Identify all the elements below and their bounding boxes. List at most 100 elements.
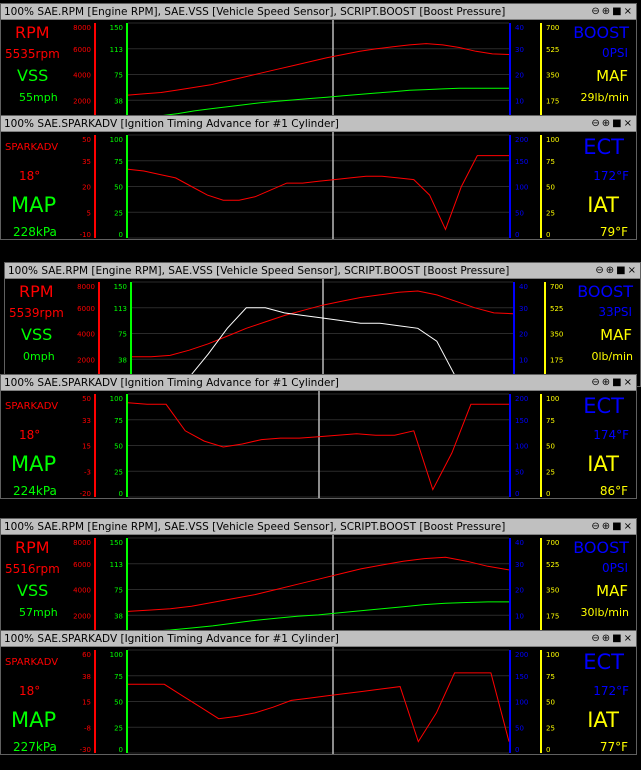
panel-titlebar[interactable]: 100% SAE.SPARKADV [Ignition Timing Advan… bbox=[1, 375, 636, 391]
yellow-scale-tick: 25 bbox=[546, 209, 555, 217]
red-scale-tick: 4000 bbox=[73, 72, 91, 80]
rpm-gauge-panel[interactable]: 100% SAE.RPM [Engine RPM], SAE.VSS [Vehi… bbox=[0, 518, 637, 643]
blue-scale-tick: 20 bbox=[515, 72, 524, 80]
panel-titlebar[interactable]: 100% SAE.SPARKADV [Ignition Timing Advan… bbox=[1, 116, 636, 132]
sparkadv-gauge-panel[interactable]: 100% SAE.SPARKADV [Ignition Timing Advan… bbox=[0, 115, 637, 240]
minimize-icon[interactable]: ⊖ bbox=[595, 263, 604, 278]
sparkadv-gauge-panel[interactable]: 100% SAE.SPARKADV [Ignition Timing Advan… bbox=[0, 630, 637, 755]
window-controls: ⊖⊕■× bbox=[590, 519, 633, 534]
panel-chart: 503315-3-2010075502502001501005001007550… bbox=[80, 391, 559, 498]
green-scale-tick: 150 bbox=[110, 24, 123, 32]
boost-label: BOOST bbox=[573, 23, 629, 42]
blue-scale-tick: 200 bbox=[515, 395, 528, 403]
green-scale-tick: 75 bbox=[114, 72, 123, 80]
maximize-icon[interactable]: ⊕ bbox=[602, 4, 611, 19]
maximize-icon[interactable]: ⊕ bbox=[602, 519, 611, 534]
red-scale-tick: 50 bbox=[82, 395, 91, 403]
blue-scale-tick: 50 bbox=[515, 209, 524, 217]
sparkadv-gauge-panel[interactable]: 100% SAE.SPARKADV [Ignition Timing Advan… bbox=[0, 374, 637, 499]
sparkadv-label: SPARKADV bbox=[5, 657, 59, 668]
red-scale-tick: 2000 bbox=[73, 97, 91, 105]
red-scale-tick: -10 bbox=[80, 231, 91, 239]
ect-value: 172°F bbox=[593, 684, 629, 698]
green-scale-tick: 150 bbox=[110, 539, 123, 547]
restore-icon[interactable]: ■ bbox=[612, 519, 622, 534]
blue-scale-tick: 200 bbox=[515, 136, 528, 144]
restore-icon[interactable]: ■ bbox=[612, 4, 622, 19]
blue-scale-tick: 100 bbox=[515, 443, 528, 451]
red-scale-tick: 20 bbox=[82, 184, 91, 192]
restore-icon[interactable]: ■ bbox=[612, 631, 622, 646]
restore-icon[interactable]: ■ bbox=[612, 375, 622, 390]
blue-scale-tick: 10 bbox=[519, 356, 528, 364]
green-scale-tick: 25 bbox=[114, 468, 123, 476]
minimize-icon[interactable]: ⊖ bbox=[591, 116, 600, 131]
green-scale-tick: 113 bbox=[114, 305, 127, 313]
green-scale-tick: 38 bbox=[118, 356, 127, 364]
green-scale-tick: 38 bbox=[114, 612, 123, 620]
iat-label: IAT bbox=[587, 452, 619, 476]
minimize-icon[interactable]: ⊖ bbox=[591, 4, 600, 19]
map-label: MAP bbox=[11, 193, 57, 217]
green-scale-tick: 0 bbox=[119, 746, 123, 754]
blue-scale-tick: 10 bbox=[515, 97, 524, 105]
red-scale-tick: -20 bbox=[80, 490, 91, 498]
ect-label: ECT bbox=[583, 650, 624, 674]
sparkadv-label: SPARKADV bbox=[5, 142, 59, 153]
panel-titlebar[interactable]: 100% SAE.SPARKADV [Ignition Timing Advan… bbox=[1, 631, 636, 647]
window-controls: ⊖⊕■× bbox=[590, 4, 633, 19]
close-icon[interactable]: × bbox=[624, 631, 633, 646]
window-controls: ⊖⊕■× bbox=[590, 116, 633, 131]
minimize-icon[interactable]: ⊖ bbox=[591, 519, 600, 534]
blue-scale-tick: 150 bbox=[515, 158, 528, 166]
maximize-icon[interactable]: ⊕ bbox=[602, 375, 611, 390]
panel-chart: 8000600040002000015011375380403020100700… bbox=[77, 279, 563, 386]
panel-titlebar[interactable]: 100% SAE.RPM [Engine RPM], SAE.VSS [Vehi… bbox=[1, 519, 636, 535]
maf-value: 29lb/min bbox=[580, 91, 630, 104]
blue-scale-tick: 0 bbox=[515, 490, 519, 498]
red-scale-tick: 6000 bbox=[73, 46, 91, 54]
maximize-icon[interactable]: ⊕ bbox=[602, 116, 611, 131]
green-scale-tick: 150 bbox=[114, 283, 127, 291]
maximize-icon[interactable]: ⊕ bbox=[606, 263, 615, 278]
blue-scale-tick: 30 bbox=[515, 46, 524, 54]
yellow-scale-tick: 700 bbox=[550, 283, 563, 291]
window-controls: ⊖⊕■× bbox=[590, 631, 633, 646]
minimize-icon[interactable]: ⊖ bbox=[591, 375, 600, 390]
close-icon[interactable]: × bbox=[624, 4, 633, 19]
rpm-label: RPM bbox=[15, 23, 50, 42]
rpm-gauge-panel[interactable]: 100% SAE.RPM [Engine RPM], SAE.VSS [Vehi… bbox=[0, 3, 637, 128]
minimize-icon[interactable]: ⊖ bbox=[591, 631, 600, 646]
panel-titlebar[interactable]: 100% SAE.RPM [Engine RPM], SAE.VSS [Vehi… bbox=[5, 263, 640, 279]
blue-scale-tick: 150 bbox=[515, 417, 528, 425]
close-icon[interactable]: × bbox=[624, 116, 633, 131]
iat-value: 86°F bbox=[599, 484, 628, 498]
boost-label: BOOST bbox=[573, 538, 629, 557]
close-icon[interactable]: × bbox=[624, 519, 633, 534]
restore-icon[interactable]: ■ bbox=[612, 116, 622, 131]
panel-titlebar[interactable]: 100% SAE.RPM [Engine RPM], SAE.VSS [Vehi… bbox=[1, 4, 636, 20]
red-scale-tick: 8000 bbox=[73, 539, 91, 547]
panel-title: 100% SAE.RPM [Engine RPM], SAE.VSS [Vehi… bbox=[8, 265, 510, 277]
yellow-scale-tick: 0 bbox=[546, 746, 550, 754]
green-scale-tick: 50 bbox=[114, 699, 123, 707]
rpm-value: 5539rpm bbox=[9, 306, 64, 320]
restore-icon[interactable]: ■ bbox=[616, 263, 626, 278]
panel-chart: 5035205-10100755025020015010050010075502… bbox=[80, 132, 559, 239]
blue-scale-tick: 0 bbox=[515, 746, 519, 754]
red-scale-tick: 33 bbox=[82, 417, 91, 425]
rpm-gauge-panel[interactable]: 100% SAE.RPM [Engine RPM], SAE.VSS [Vehi… bbox=[4, 262, 641, 387]
yellow-scale-tick: 75 bbox=[546, 673, 555, 681]
maximize-icon[interactable]: ⊕ bbox=[602, 631, 611, 646]
maf-label: MAF bbox=[596, 582, 628, 600]
blue-scale-tick: 30 bbox=[519, 305, 528, 313]
green-scale-tick: 113 bbox=[110, 561, 123, 569]
close-icon[interactable]: × bbox=[628, 263, 637, 278]
close-icon[interactable]: × bbox=[624, 375, 633, 390]
yellow-scale-tick: 525 bbox=[550, 305, 563, 313]
map-value: 228kPa bbox=[13, 225, 57, 239]
boost-value: 33PSI bbox=[598, 305, 632, 319]
panel-chart: 603815-8-3010075502502001501005001007550… bbox=[80, 647, 559, 754]
yellow-scale-tick: 175 bbox=[546, 97, 559, 105]
yellow-scale-tick: 25 bbox=[546, 724, 555, 732]
